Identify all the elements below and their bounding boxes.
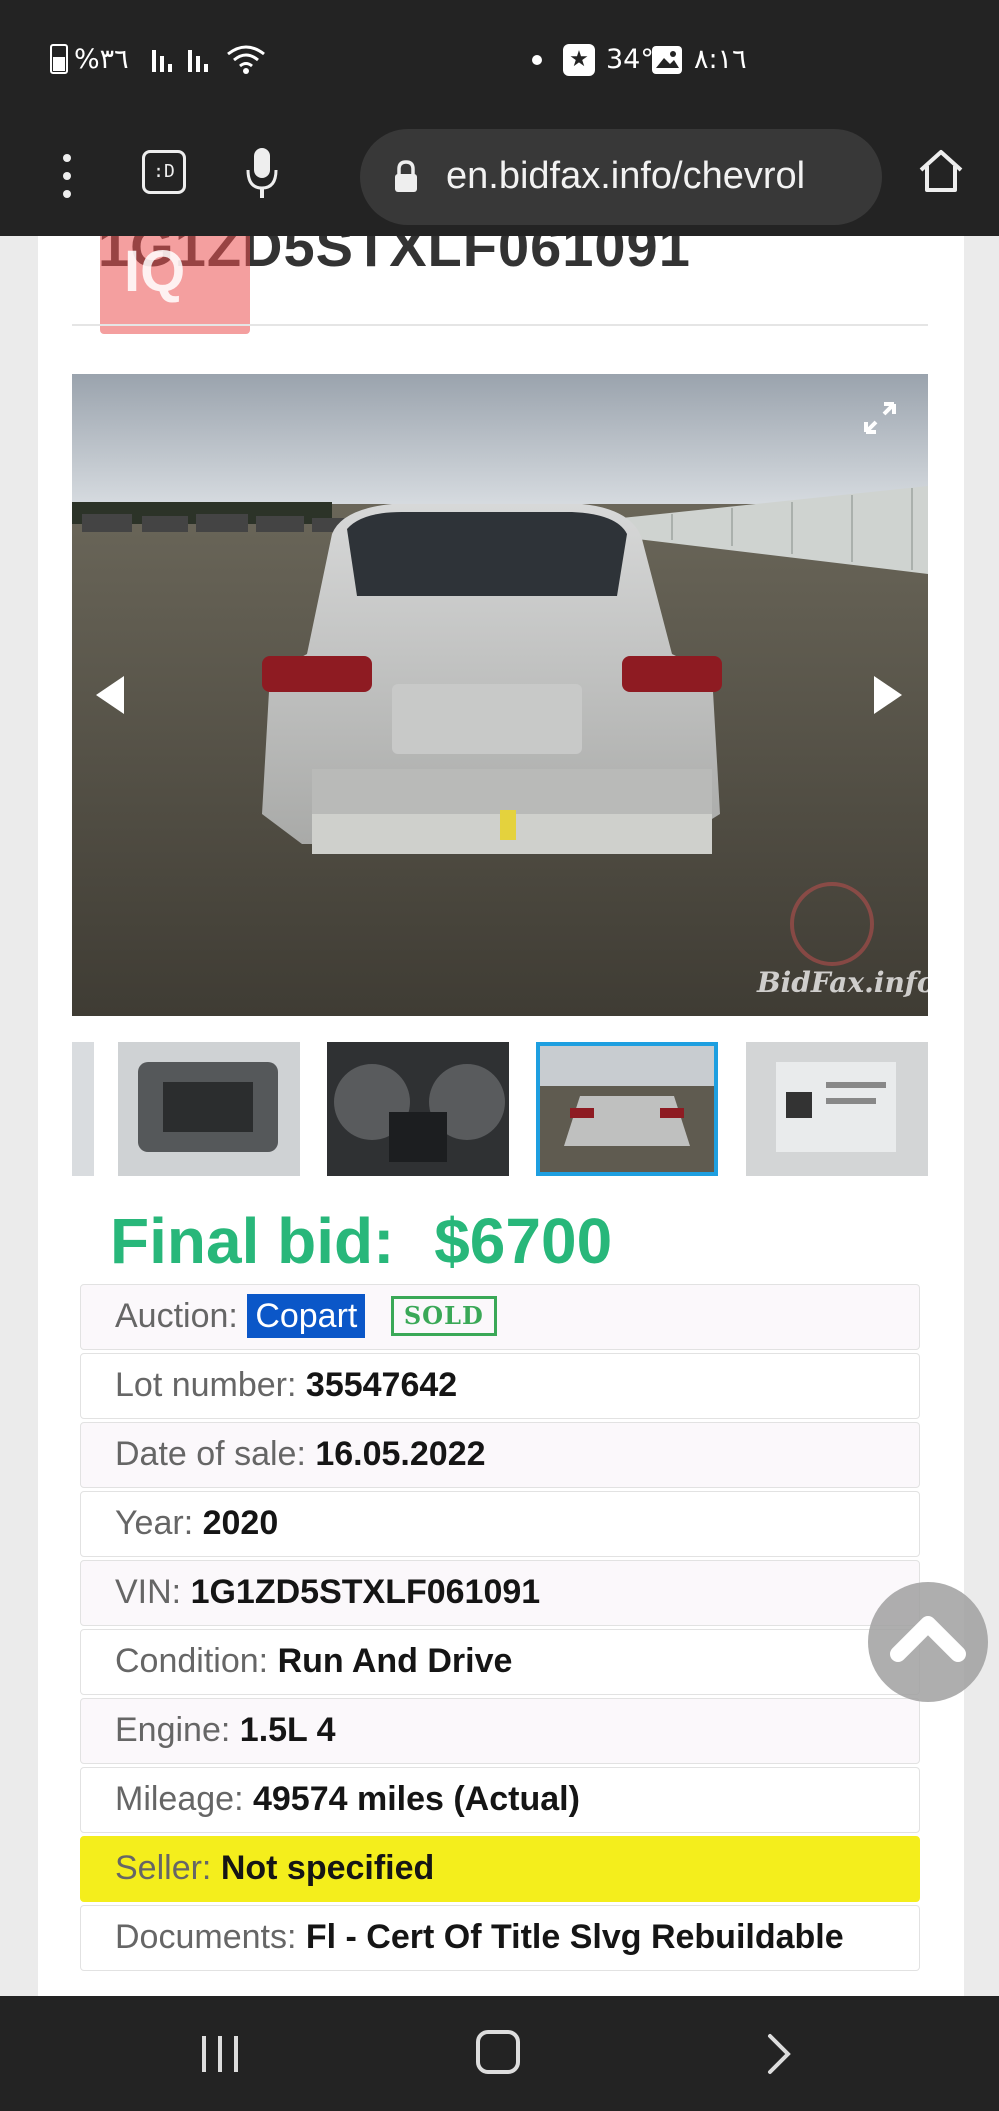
thumbnail[interactable] [72,1042,94,1176]
date-row: Date of sale: 16.05.2022 [80,1422,920,1488]
web-page: 1G1ZD5STXLF061091 IQ BidFax.info Final b… [0,236,999,1996]
next-photo-icon[interactable] [872,674,904,720]
thumbnail-selected[interactable] [536,1042,718,1176]
year-value: 2020 [202,1504,279,1542]
home-button-icon[interactable] [476,2030,520,2074]
signal-icon [152,46,222,78]
image-icon [652,46,682,74]
title-divider [72,324,928,326]
mileage-row: Mileage: 49574 miles (Actual) [80,1767,920,1833]
system-nav-bar [0,1996,999,2111]
auction-copart-link[interactable]: Copart [247,1294,366,1338]
sold-badge: SOLD [390,1296,497,1336]
engine-value: 1.5L 4 [239,1711,336,1749]
date-value: 16.05.2022 [315,1435,486,1473]
chevron-up-icon [890,1616,966,1662]
year-row: Year: 2020 [80,1491,920,1557]
date-label: Date of sale: [115,1435,306,1473]
engine-label: Engine: [115,1711,231,1749]
auction-row: Auction: Copart SOLD [80,1284,920,1350]
condition-label: Condition: [115,1642,269,1680]
mileage-value: 49574 miles (Actual) [252,1780,580,1818]
thumbnail[interactable] [327,1042,509,1176]
main-photo[interactable]: BidFax.info [72,374,928,1016]
recent-apps-icon[interactable] [200,2034,242,2078]
dot-icon [532,55,542,65]
thumbnail[interactable] [746,1042,928,1176]
thumbnail[interactable] [118,1042,300,1176]
iq-logo: IQ [100,236,250,334]
iq-logo-text: IQ [124,239,186,304]
status-bar: %٣٦ ★ 34° ٨:١٦ [0,0,999,118]
final-bid-value: $6700 [434,1205,613,1277]
condition-value: Run And Drive [277,1642,513,1680]
microphone-icon[interactable] [244,146,280,206]
thumbnail-strip [72,1042,928,1176]
battery-icon [50,44,68,74]
final-bid: Final bid: $6700 [110,1204,612,1278]
wifi-icon [226,44,266,78]
vin-value: 1G1ZD5STXLF061091 [190,1573,541,1611]
documents-row: Documents: Fl - Cert Of Title Slvg Rebui… [80,1905,920,1971]
url-text: en.bidfax.info/chevrol [446,155,806,197]
vin-row: VIN: 1G1ZD5STXLF061091 [80,1560,920,1626]
lock-icon [392,159,420,199]
photo-watermark: BidFax.info [756,966,928,999]
seller-value: Not specified [220,1849,435,1887]
address-bar[interactable]: en.bidfax.info/chevrol [360,129,882,225]
prev-photo-icon[interactable] [94,674,126,720]
lot-value: 35547642 [305,1366,458,1404]
condition-row: Condition: Run And Drive [80,1629,920,1695]
clock: ٨:١٦ [694,44,747,75]
engine-row: Engine: 1.5L 4 [80,1698,920,1764]
auction-label: Auction: [115,1297,238,1335]
tab-switcher-icon[interactable]: :D [142,150,186,194]
seller-label: Seller: [115,1849,212,1887]
vin-label: VIN: [115,1573,182,1611]
lot-label: Lot number: [115,1366,297,1404]
mileage-label: Mileage: [115,1780,244,1818]
browser-toolbar: :D en.bidfax.info/chevrol [0,118,999,236]
final-bid-label: Final bid: [110,1205,395,1277]
fullscreen-icon[interactable] [860,398,900,442]
year-label: Year: [115,1504,194,1542]
star-badge-icon: ★ [563,44,595,76]
seller-row: Seller: Not specified [80,1836,920,1902]
temperature: 34° [606,44,654,75]
back-chevron-icon[interactable] [764,2032,794,2080]
documents-label: Documents: [115,1918,297,1956]
lot-row: Lot number: 35547642 [80,1353,920,1419]
home-icon[interactable] [916,146,966,200]
more-menu-icon[interactable] [60,150,74,202]
scroll-to-top-button[interactable] [868,1582,988,1702]
listing-card: 1G1ZD5STXLF061091 IQ BidFax.info Final b… [38,236,964,1996]
battery-percent: %٣٦ [74,44,129,75]
documents-value: Fl - Cert Of Title Slvg Rebuildable [305,1918,844,1956]
